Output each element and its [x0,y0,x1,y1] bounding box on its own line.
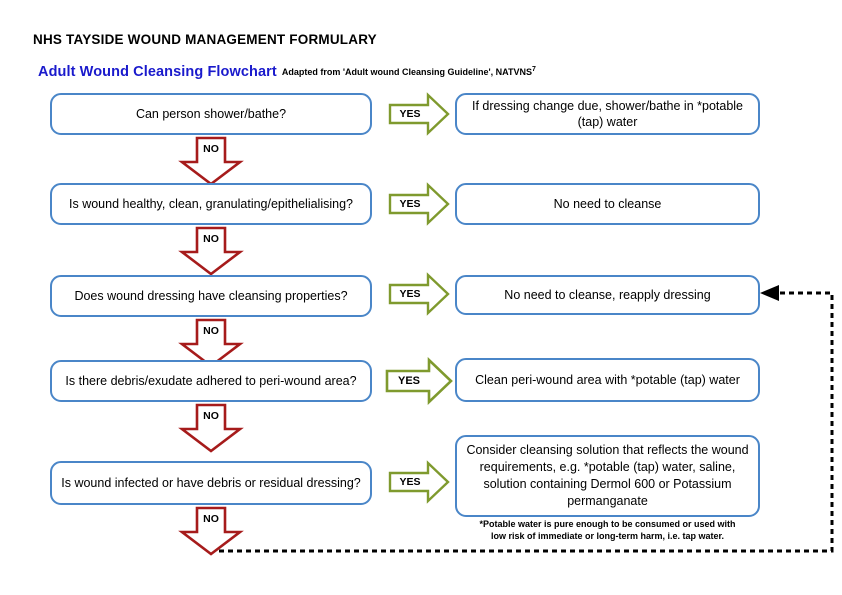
yes-connector-1: YES [388,92,450,136]
yes-connector-3: YES [388,272,450,316]
decision-node-1[interactable]: Can person shower/bathe? [50,93,372,135]
decision-node-5[interactable]: Is wound infected or have debris or resi… [50,461,372,505]
yes-connector-4: YES [385,357,453,405]
outcome-node-2[interactable]: No need to cleanse [455,183,760,225]
outcome-node-1[interactable]: If dressing change due, shower/bathe in … [455,93,760,135]
flowchart-page: NHS TAYSIDE WOUND MANAGEMENT FORMULARY A… [0,0,842,595]
source-note-text: Adapted from 'Adult wound Cleansing Guid… [281,67,532,77]
no-connector-1: NO [178,136,244,186]
no-connector-2: NO [178,226,244,276]
no-connector-5: NO [178,506,244,556]
decision-node-4[interactable]: Is there debris/exudate adhered to peri-… [50,360,372,402]
flowchart-source-note: Adapted from 'Adult wound Cleansing Guid… [281,66,536,77]
no-connector-4: NO [178,403,244,453]
flowchart-title: Adult Wound Cleansing Flowchart [38,64,277,80]
page-title: NHS TAYSIDE WOUND MANAGEMENT FORMULARY [33,32,377,47]
footnote-line-2: low risk of immediate or long-term harm,… [490,531,725,541]
decision-node-2[interactable]: Is wound healthy, clean, granulating/epi… [50,183,372,225]
potable-water-footnote: *Potable water is pure enough to be cons… [455,518,760,542]
outcome-node-4[interactable]: Clean peri-wound area with *potable (tap… [455,358,760,402]
yes-connector-5: YES [388,460,450,504]
yes-connector-2: YES [388,182,450,226]
footnote-line-1: *Potable water is pure enough to be cons… [479,519,736,529]
outcome-node-5[interactable]: Consider cleansing solution that reflect… [455,435,760,517]
flowchart-heading: Adult Wound Cleansing Flowchart Adapted f… [38,64,536,80]
decision-node-3[interactable]: Does wound dressing have cleansing prope… [50,275,372,317]
outcome-node-3[interactable]: No need to cleanse, reapply dressing [455,275,760,315]
source-note-superscript: 7 [531,66,536,73]
